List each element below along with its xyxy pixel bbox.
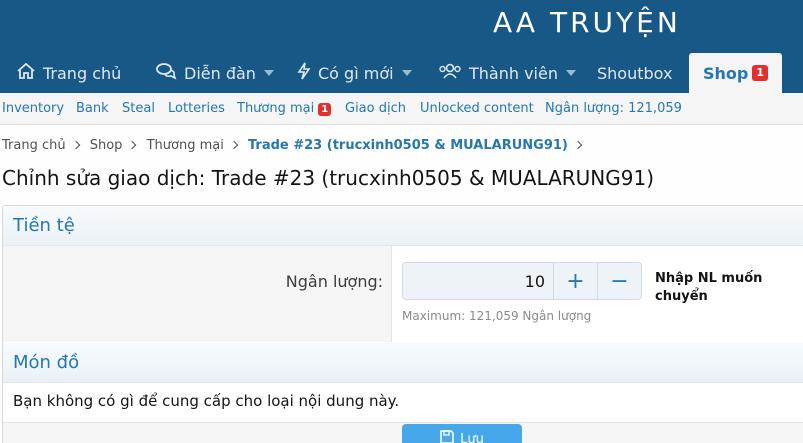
notification-badge: 1: [752, 65, 769, 81]
subnav-item-steal[interactable]: Steal: [122, 101, 155, 116]
subnav-item-lotteries[interactable]: Lotteries: [168, 101, 225, 116]
minus-icon: −: [610, 268, 629, 294]
main-nav: Trang chủ Diễn đàn Có gì mới Thành viên …: [0, 53, 803, 93]
bolt-icon: [297, 62, 311, 84]
section-title-currency: Tiền tệ: [3, 206, 803, 246]
nav-item-members[interactable]: Thành viên: [438, 53, 576, 93]
users-icon: [438, 62, 462, 84]
section-title-items: Món đồ: [3, 343, 803, 383]
nav-item-label: Thành viên: [469, 63, 558, 83]
currency-hint: Nhập NL muốn chuyển: [655, 271, 763, 304]
nav-item-whats-new[interactable]: Có gì mới: [297, 53, 412, 93]
subnav-item-balance[interactable]: Ngân lượng: 121,059: [545, 101, 682, 116]
breadcrumb: Trang chủ Shop Thương mại Trade #23 (tru…: [2, 138, 588, 153]
quantity-stepper: + −: [402, 262, 642, 300]
chevron-right-icon: [229, 140, 239, 150]
subnav-item-transactions[interactable]: Giao dịch: [345, 101, 406, 116]
nav-item-forums[interactable]: Diễn đàn: [155, 53, 274, 93]
nav-item-shop[interactable]: Shop 1: [689, 53, 783, 93]
currency-amount-input[interactable]: [403, 263, 553, 299]
increment-button[interactable]: +: [553, 263, 597, 299]
currency-field-label: Ngân lượng:: [285, 272, 383, 291]
trade-edit-form: Tiền tệ Ngân lượng: + − Nhập NL muốn chu…: [2, 205, 803, 443]
save-icon: [440, 430, 454, 443]
site-header: AA TRUYỆN: [0, 0, 803, 53]
currency-row: Ngân lượng: + − Nhập NL muốn chuyển Maxi…: [3, 246, 803, 342]
decrement-button[interactable]: −: [597, 263, 641, 299]
subnav-item-label: Thương mại: [237, 101, 315, 116]
notification-badge: 1: [318, 103, 332, 116]
chevron-right-icon: [573, 140, 583, 150]
nav-item-home[interactable]: Trang chủ: [16, 53, 121, 93]
nav-item-label: Shop: [703, 63, 749, 83]
chevron-down-icon[interactable]: [401, 70, 412, 76]
chevron-down-icon[interactable]: [565, 70, 576, 76]
subnav-item-trade[interactable]: Thương mại 1: [237, 101, 332, 116]
chevron-down-icon[interactable]: [263, 70, 274, 76]
shop-subnav: Inventory Bank Steal Lotteries Thương mạ…: [0, 93, 803, 125]
save-button[interactable]: Lưu: [402, 424, 522, 443]
form-label-cell: [3, 246, 392, 342]
save-button-label: Lưu: [460, 431, 484, 443]
currency-max-explain: Maximum: 121,059 Ngân lượng: [402, 309, 592, 323]
nav-item-label: Shoutbox: [597, 63, 673, 83]
subnav-item-bank[interactable]: Bank: [76, 101, 109, 116]
breadcrumb-link[interactable]: Trang chủ: [2, 138, 66, 153]
page-title: Chỉnh sửa giao dịch: Trade #23 (trucxinh…: [2, 166, 655, 190]
breadcrumb-link[interactable]: Thương mại: [147, 138, 224, 153]
nav-item-label: Có gì mới: [318, 63, 394, 83]
nav-item-label: Trang chủ: [43, 63, 122, 83]
plus-icon: +: [566, 268, 585, 294]
breadcrumb-link[interactable]: Shop: [90, 138, 123, 153]
chevron-right-icon: [128, 140, 137, 150]
chevron-right-icon: [71, 140, 80, 150]
breadcrumb-link[interactable]: Trade #23 (trucxinh0505 & MUALARUNG91): [248, 138, 568, 153]
home-icon: [16, 62, 36, 84]
subnav-item-unlocked-content[interactable]: Unlocked content: [420, 101, 534, 116]
site-logo[interactable]: AA TRUYỆN: [493, 6, 681, 39]
nav-item-label: Diễn đàn: [184, 63, 256, 83]
items-empty-message: Bạn không có gì để cung cấp cho loại nội…: [13, 392, 400, 410]
nav-item-shoutbox[interactable]: Shoutbox: [597, 53, 672, 93]
comments-icon: [155, 62, 177, 84]
subnav-item-inventory[interactable]: Inventory: [2, 101, 64, 116]
